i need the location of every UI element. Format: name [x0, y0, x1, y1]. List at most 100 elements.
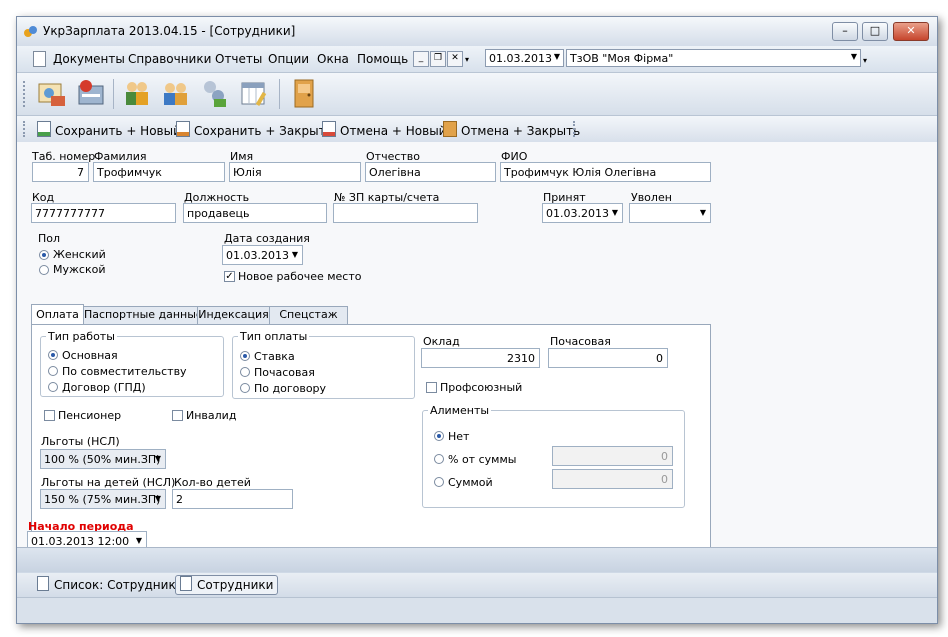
created-date-select[interactable]: 01.03.2013 ▼: [222, 245, 303, 265]
task-employees[interactable]: Сотрудники: [175, 575, 279, 595]
tab-indexation[interactable]: Индексация: [197, 306, 270, 324]
alimony-percent-field[interactable]: 0: [552, 446, 673, 466]
name-value: Юлія: [233, 166, 262, 179]
surname-field[interactable]: Трофимчук: [93, 162, 225, 182]
period-date-select[interactable]: 01.03.2013 ▼: [485, 49, 564, 67]
alimony-none-radio[interactable]: [434, 431, 444, 441]
window-taskbar: Список: Сотрудники Сотрудники: [17, 573, 937, 597]
save-close-icon: [176, 121, 190, 137]
toolbar-grip: [23, 81, 27, 107]
toolbar-separator: [113, 79, 114, 109]
menu-options[interactable]: Опции: [268, 52, 309, 66]
menu-help[interactable]: Помощь: [357, 52, 408, 66]
fired-date-select[interactable]: ▼: [629, 203, 711, 223]
chevron-down-icon: ▼: [699, 208, 706, 217]
card-field[interactable]: [333, 203, 478, 223]
new-workplace-checkbox[interactable]: ✓: [224, 271, 235, 282]
child-benefits-select[interactable]: 150 % (75% мин.ЗП) ▼: [40, 489, 166, 509]
fio-field[interactable]: Трофимчук Юлія Олегівна: [500, 162, 711, 182]
mdi-minimize-button[interactable]: _: [413, 51, 429, 67]
name-field[interactable]: Юлія: [229, 162, 361, 182]
cancel-close-button[interactable]: Отмена + Закрыть: [443, 121, 580, 138]
mdi-restore-button[interactable]: ❐: [430, 51, 446, 67]
work-type-parttime-radio[interactable]: [48, 366, 58, 376]
pensioner-label: Пенсионер: [58, 409, 122, 422]
calendar-icon[interactable]: [237, 76, 271, 110]
pay-type-hourly-radio[interactable]: [240, 367, 250, 377]
menu-windows[interactable]: Окна: [317, 52, 349, 66]
work-type-label: Тип работы: [46, 330, 117, 343]
code-field[interactable]: 7777777777: [31, 203, 176, 223]
menu-documents[interactable]: Документы: [53, 52, 125, 66]
hourly-field[interactable]: 0: [548, 348, 668, 368]
task-list-employees[interactable]: Список: Сотрудники: [37, 576, 184, 594]
cancel-new-button[interactable]: Отмена + Новый: [322, 121, 446, 138]
tab-strip: Оплата Паспортные данные Индексация Спец…: [31, 304, 711, 324]
status-bar: [17, 597, 937, 623]
children-count-field[interactable]: 2: [172, 489, 293, 509]
position-field[interactable]: продавець: [183, 203, 327, 223]
benefits-select[interactable]: 100 % (50% мин.ЗП) ▼: [40, 449, 166, 469]
app-icon: [23, 24, 38, 39]
fio-value: Трофимчук Юлія Олегівна: [504, 166, 657, 179]
users-icon[interactable]: [159, 76, 193, 110]
alimony-sum-label: Суммой: [448, 476, 493, 489]
documents-icon[interactable]: [35, 76, 69, 110]
pay-type-rate-radio[interactable]: [240, 351, 250, 361]
work-type-main-label: Основная: [62, 349, 118, 362]
pensioner-checkbox[interactable]: [44, 410, 55, 421]
cancel-close-label: Отмена + Закрыть: [461, 124, 581, 138]
patronymic-value: Олегівна: [369, 166, 421, 179]
pay-type-contract-radio[interactable]: [240, 383, 250, 393]
hired-date-select[interactable]: 01.03.2013 ▼: [542, 203, 623, 223]
menu-reports[interactable]: Отчеты: [215, 52, 262, 66]
user-settings-icon[interactable]: [198, 76, 232, 110]
employee-form: Таб. номер 7 Фамилия Трофимчук Имя Юлія …: [17, 142, 937, 551]
window-title: УкрЗарплата 2013.04.15 - [Сотрудники]: [43, 24, 296, 38]
gender-female-radio[interactable]: [39, 250, 49, 260]
menu-bar: Документы Справочники Отчеты Опции Окна …: [17, 46, 937, 72]
pay-type-hourly-label: Почасовая: [254, 366, 315, 379]
company-overflow-icon[interactable]: ▾: [863, 56, 867, 65]
save-close-label: Сохранить + Закрыть: [194, 124, 333, 138]
gender-female-label: Женский: [53, 248, 106, 261]
chevron-down-icon: ▼: [135, 536, 142, 545]
alimony-sum-radio[interactable]: [434, 477, 444, 487]
work-type-contract-radio[interactable]: [48, 382, 58, 392]
alimony-label: Алименты: [428, 404, 492, 417]
maximize-button[interactable]: □: [862, 22, 888, 41]
work-type-main-radio[interactable]: [48, 350, 58, 360]
exit-door-icon[interactable]: [287, 76, 321, 110]
tab-passport[interactable]: Паспортные данные: [83, 306, 203, 324]
document-icon: [180, 576, 192, 591]
alimony-sum-field[interactable]: 0: [552, 469, 673, 489]
union-checkbox[interactable]: [426, 382, 437, 393]
employees-icon[interactable]: [120, 76, 154, 110]
salary-field[interactable]: 2310: [421, 348, 540, 368]
mdi-close-button[interactable]: ✕: [447, 51, 463, 67]
company-select[interactable]: ТзОВ "Моя Фірма" ▼: [566, 49, 861, 67]
form-footer-strip: [17, 547, 937, 572]
save-close-button[interactable]: Сохранить + Закрыть: [176, 121, 333, 138]
disabled-checkbox[interactable]: [172, 410, 183, 421]
tab-payment[interactable]: Оплата: [31, 304, 84, 324]
period-date-value: 01.03.2013: [489, 52, 552, 65]
patronymic-field[interactable]: Олегівна: [365, 162, 496, 182]
close-button[interactable]: ✕: [893, 22, 929, 41]
save-new-button[interactable]: Сохранить + Новый: [37, 121, 181, 138]
menu-overflow-icon[interactable]: ▾: [465, 55, 469, 64]
alimony-percent-radio[interactable]: [434, 454, 444, 464]
alimony-none-label: Нет: [448, 430, 470, 443]
new-workplace-label: Новое рабочее место: [238, 270, 362, 283]
chevron-down-icon: ▼: [553, 52, 560, 61]
tab-number-field[interactable]: 7: [32, 162, 89, 182]
toolbar-grip: [573, 121, 577, 137]
hired-date-value: 01.03.2013: [546, 207, 609, 220]
menu-references[interactable]: Справочники: [128, 52, 211, 66]
chevron-down-icon: ▼: [154, 454, 161, 463]
calculator-icon[interactable]: [74, 76, 108, 110]
minimize-button[interactable]: –: [832, 22, 858, 41]
tab-special-service[interactable]: Спецстаж: [269, 306, 348, 324]
gender-male-radio[interactable]: [39, 265, 49, 275]
save-new-icon: [37, 121, 51, 137]
